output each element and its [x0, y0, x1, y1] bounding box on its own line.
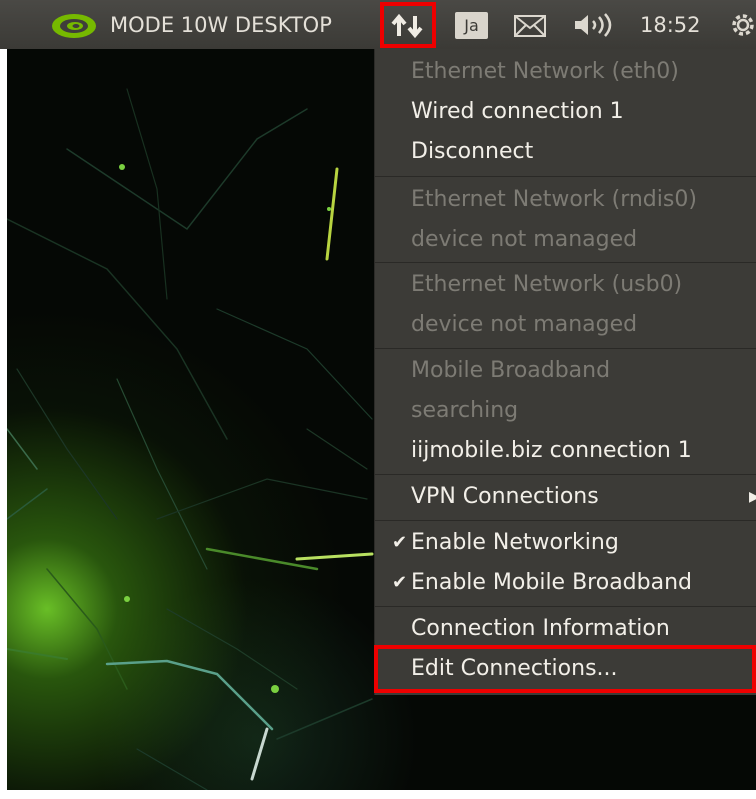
checkmark-icon: ✔	[392, 572, 408, 593]
image-border	[0, 49, 7, 799]
menu-item-enable-networking[interactable]: ✔ Enable Networking	[375, 523, 756, 563]
menu-separator	[375, 348, 756, 349]
menu-separator	[375, 262, 756, 263]
menu-separator	[375, 176, 756, 177]
menu-separator	[375, 520, 756, 521]
power-mode-label[interactable]: MODE 10W DESKTOP	[110, 13, 332, 37]
top-panel: MODE 10W DESKTOP Ja 18:52	[0, 0, 756, 49]
menu-header-rndis0: Ethernet Network (rndis0)	[411, 187, 697, 212]
menu-header-eth0: Ethernet Network (eth0)	[411, 59, 679, 84]
menu-status-rndis0: device not managed	[411, 227, 638, 252]
menu-status-mobile-broadband: searching	[411, 398, 519, 423]
menu-separator	[375, 606, 756, 607]
input-method-badge[interactable]: Ja	[455, 12, 488, 39]
menu-separator	[375, 474, 756, 475]
menu-header-usb0: Ethernet Network (usb0)	[411, 272, 683, 297]
menu-item-iijmobile-connection[interactable]: iijmobile.biz connection 1	[375, 431, 756, 471]
image-border	[0, 790, 756, 799]
submenu-arrow-icon: ▶	[749, 489, 756, 505]
screenshot: MODE 10W DESKTOP Ja 18:52 Ethernet Netwo…	[0, 0, 756, 799]
network-menu: Ethernet Network (eth0) Wired connection…	[374, 49, 756, 695]
nvidia-logo[interactable]	[50, 12, 98, 40]
menu-item-enable-mobile-broadband[interactable]: ✔ Enable Mobile Broadband	[375, 563, 756, 603]
menu-item-wired-connection-1[interactable]: Wired connection 1	[375, 92, 756, 132]
checkmark-icon: ✔	[392, 532, 408, 553]
menu-item-disconnect[interactable]: Disconnect	[375, 132, 756, 172]
clock[interactable]: 18:52	[640, 13, 701, 37]
gear-icon[interactable]	[728, 10, 756, 40]
menu-item-connection-information[interactable]: Connection Information	[375, 609, 756, 649]
menu-status-usb0: device not managed	[411, 312, 638, 337]
edit-connections-highlight	[374, 645, 756, 693]
network-icon-highlight	[380, 2, 436, 48]
volume-icon[interactable]	[573, 12, 617, 38]
menu-header-mobile-broadband: Mobile Broadband	[411, 358, 611, 383]
menu-item-vpn-connections[interactable]: VPN Connections ▶	[375, 477, 756, 517]
mail-icon[interactable]	[514, 15, 546, 37]
